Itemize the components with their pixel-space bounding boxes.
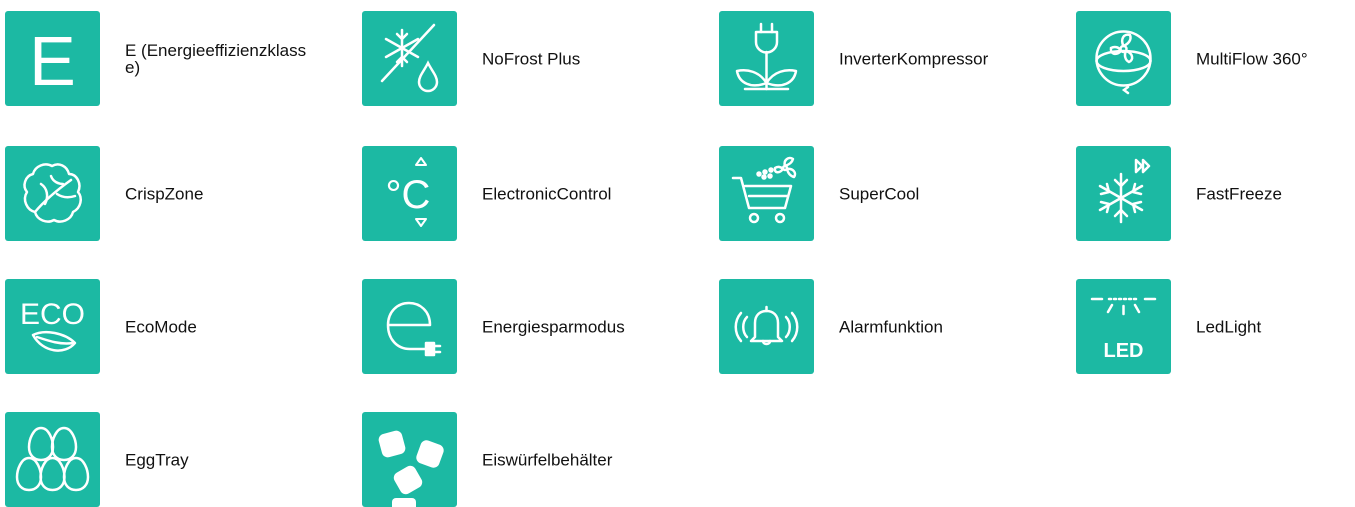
inverter-compressor-icon (719, 11, 814, 106)
feature-crispzone: CrispZone (5, 146, 335, 241)
feature-label: Energiesparmodus (482, 317, 625, 336)
feature-label: MultiFlow 360° (1196, 49, 1308, 68)
svg-text:ECO: ECO (20, 298, 85, 331)
energy-saving-mode-icon (362, 279, 457, 374)
feature-label: CrispZone (125, 184, 204, 203)
feature-electronic-control: °C ElectronicControl (362, 146, 692, 241)
svg-text:LED: LED (1104, 340, 1144, 362)
feature-label: LedLight (1196, 317, 1262, 336)
feature-led-light: LED LedLight (1076, 279, 1355, 374)
feature-label: EggTray (125, 450, 189, 469)
ice-cube-container-icon (362, 412, 457, 507)
svg-text:°C: °C (386, 173, 431, 217)
feature-supercool: SuperCool (719, 146, 1049, 241)
feature-energy-saving-mode: Energiesparmodus (362, 279, 692, 374)
feature-label: E (Energieeffizienzklasse) (125, 40, 307, 77)
feature-label: ElectronicControl (482, 184, 612, 203)
feature-label: Alarmfunktion (839, 317, 943, 336)
feature-label: EcoMode (125, 317, 197, 336)
feature-label: InverterKompressor (839, 49, 989, 68)
fastfreeze-icon (1076, 146, 1171, 241)
alarm-function-icon (719, 279, 814, 374)
feature-label: NoFrost Plus (482, 49, 581, 68)
feature-ice-cube-container: Eiswürfelbehälter (362, 412, 692, 507)
nofrost-plus-icon (362, 11, 457, 106)
feature-alarm-function: Alarmfunktion (719, 279, 1049, 374)
feature-label: SuperCool (839, 184, 920, 203)
feature-label: Eiswürfelbehälter (482, 450, 613, 469)
feature-fastfreeze: FastFreeze (1076, 146, 1355, 241)
energy-class-e-icon: E (5, 11, 100, 106)
feature-grid: E E (Energieeffizienzklasse) NoFrost Plu… (0, 0, 1355, 507)
multiflow-360-icon (1076, 11, 1171, 106)
svg-text:E: E (29, 22, 76, 100)
feature-inverter-compressor: InverterKompressor (719, 11, 1049, 106)
feature-multiflow-360: MultiFlow 360° (1076, 11, 1355, 106)
feature-label: FastFreeze (1196, 184, 1282, 203)
electronic-control-icon: °C (362, 146, 457, 241)
feature-energy-class: E E (Energieeffizienzklasse) (5, 11, 335, 106)
feature-egg-tray: EggTray (5, 412, 335, 507)
ecomode-icon: ECO (5, 279, 100, 374)
supercool-icon (719, 146, 814, 241)
feature-ecomode: ECO EcoMode (5, 279, 335, 374)
led-light-icon: LED (1076, 279, 1171, 374)
feature-nofrost-plus: NoFrost Plus (362, 11, 692, 106)
egg-tray-icon (5, 412, 100, 507)
crispzone-icon (5, 146, 100, 241)
